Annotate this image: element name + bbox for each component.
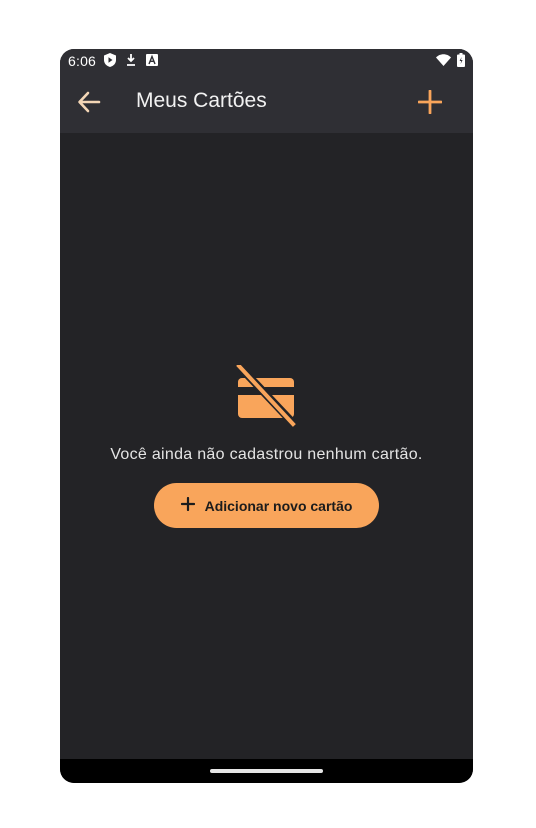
main-content: Você ainda não cadastrou nenhum cartão. … bbox=[60, 133, 473, 759]
add-new-card-label: Adicionar novo cartão bbox=[204, 497, 353, 514]
battery-icon bbox=[457, 52, 465, 70]
home-indicator[interactable] bbox=[210, 769, 323, 773]
add-new-card-button[interactable]: Adicionar novo cartão bbox=[154, 483, 379, 528]
page-title: Meus Cartões bbox=[136, 89, 267, 112]
plus-icon bbox=[417, 89, 443, 119]
wifi-icon bbox=[436, 53, 451, 69]
status-system-icons bbox=[436, 52, 465, 70]
font-a-icon bbox=[146, 53, 159, 69]
app-bar: Meus Cartões bbox=[60, 73, 473, 133]
arrow-left-icon bbox=[77, 90, 101, 119]
download-icon bbox=[125, 53, 137, 70]
status-notification-icons bbox=[104, 52, 159, 70]
status-bar: 6:06 bbox=[60, 49, 473, 73]
plus-icon bbox=[180, 496, 195, 514]
credit-card-off-icon bbox=[235, 363, 297, 427]
phone-screen: 6:06 Meus Cartões Você ainda não cadastr… bbox=[60, 49, 473, 783]
add-card-icon-button[interactable] bbox=[417, 89, 443, 119]
back-button[interactable] bbox=[76, 91, 102, 117]
play-protect-icon bbox=[104, 52, 117, 70]
status-time: 6:06 bbox=[68, 53, 97, 69]
navigation-bar bbox=[60, 759, 473, 783]
empty-state-message: Você ainda não cadastrou nenhum cartão. bbox=[110, 446, 423, 463]
